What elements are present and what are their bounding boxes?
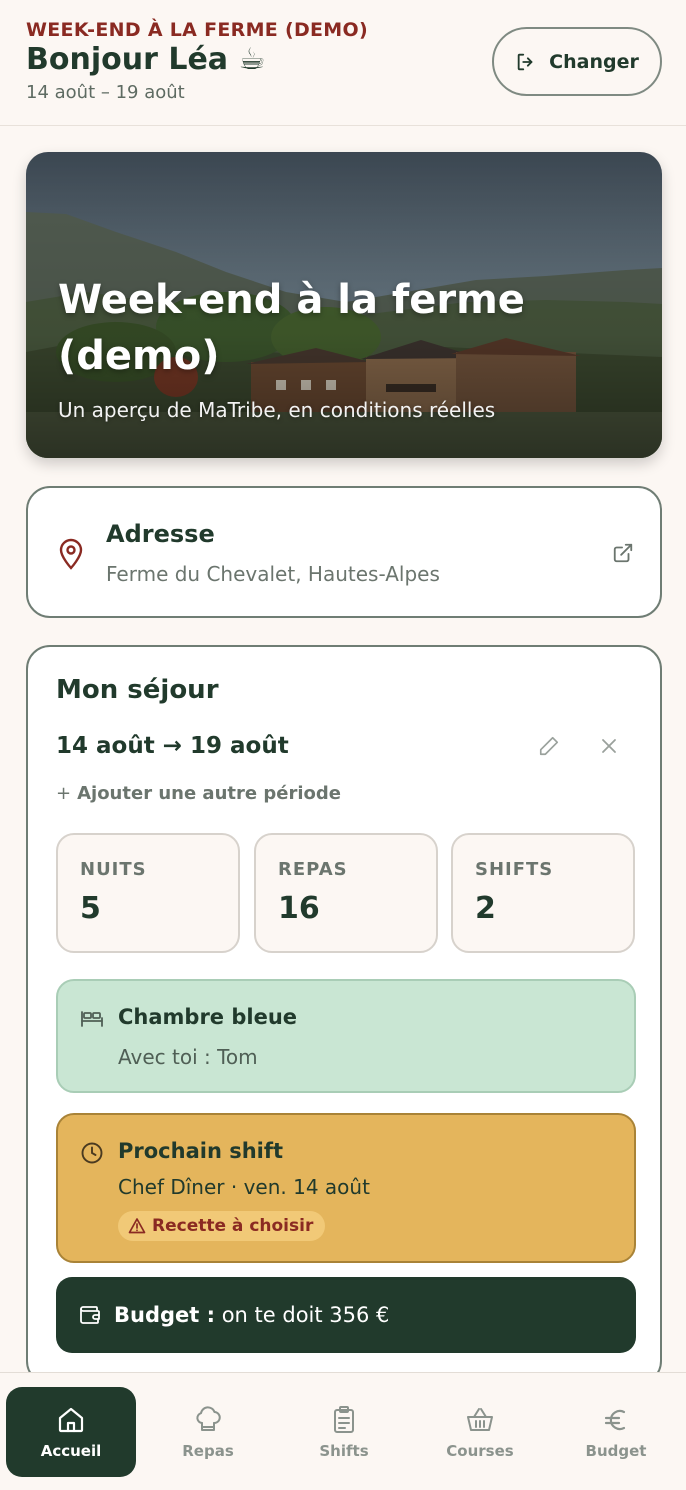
app-header: WEEK-END À LA FERME (DEMO) Bonjour Léa ☕… (0, 0, 686, 126)
address-card[interactable]: Adresse Ferme du Chevalet, Hautes-Alpes (26, 486, 662, 618)
stay-card: Mon séjour 14 août → 19 août + Ajouter un… (26, 645, 662, 1385)
next-shift-card[interactable]: Prochain shift Chef Dîner · ven. 14 août… (56, 1113, 636, 1263)
external-link-icon[interactable] (612, 542, 634, 564)
change-event-button[interactable]: Changer (492, 27, 662, 96)
stat-value: 16 (278, 891, 320, 926)
warning-icon (128, 1218, 146, 1234)
change-button-label: Changer (549, 50, 639, 73)
stat-value: 5 (80, 891, 101, 926)
stat-value: 2 (475, 891, 496, 926)
budget-text: on te doit 356 € (221, 1303, 390, 1327)
stat-label: REPAS (278, 859, 348, 880)
basket-icon (467, 1408, 493, 1431)
stat-label: SHIFTS (475, 859, 554, 880)
room-roommates: Avec toi : Tom (118, 1045, 258, 1069)
room-card[interactable]: Chambre bleue Avec toi : Tom (56, 979, 636, 1093)
hero-banner: Week-end à la ferme (demo) Un aperçu de … (26, 152, 662, 458)
add-period-label: Ajouter une autre période (77, 783, 341, 804)
recipe-warning-badge: Recette à choisir (118, 1211, 326, 1241)
nav-label: Budget (585, 1442, 647, 1460)
stay-date-range: 14 août → 19 août (56, 733, 289, 759)
euro-icon (604, 1409, 626, 1431)
hero-title: Week-end à la ferme (demo) (58, 277, 525, 379)
nav-label: Shifts (319, 1442, 369, 1460)
close-icon[interactable] (600, 737, 618, 755)
nav-item-budget[interactable]: Budget (551, 1387, 681, 1477)
pencil-icon[interactable] (538, 735, 560, 757)
nav-item-shifts[interactable]: Shifts (279, 1387, 409, 1477)
address-title: Adresse (106, 520, 215, 548)
stat-label: NUITS (80, 859, 147, 880)
stat-shifts: SHIFTS 2 (451, 833, 635, 953)
map-pin-icon (59, 538, 83, 570)
stat-nights: NUITS 5 (56, 833, 240, 953)
chef-hat-icon (196, 1406, 221, 1431)
nav-item-accueil[interactable]: Accueil (6, 1387, 136, 1477)
add-period-button[interactable]: + Ajouter une autre période (56, 783, 341, 804)
nav-label: Accueil (40, 1442, 102, 1460)
plus-icon: + (56, 783, 72, 804)
wallet-icon (80, 1306, 100, 1324)
budget-card[interactable]: Budget : on te doit 356 € (56, 1277, 636, 1353)
clock-icon (81, 1142, 103, 1164)
clipboard-icon (334, 1406, 354, 1433)
stay-title: Mon séjour (56, 675, 219, 705)
nav-item-repas[interactable]: Repas (143, 1387, 273, 1477)
budget-label: Budget : (114, 1303, 216, 1327)
nav-label: Courses (446, 1442, 514, 1460)
greeting-title: Bonjour Léa ☕ (26, 42, 266, 77)
nav-label: Repas (182, 1442, 234, 1460)
bed-icon (81, 1011, 103, 1027)
home-icon (58, 1407, 84, 1433)
bottom-navigation: Accueil Repas Shifts Courses Budget (0, 1372, 686, 1490)
stat-meals: REPAS 16 (254, 833, 438, 953)
hero-subtitle: Un aperçu de MaTribe, en conditions réel… (58, 398, 496, 422)
shift-title: Prochain shift (118, 1139, 284, 1163)
logout-icon (517, 53, 533, 70)
event-name: WEEK-END À LA FERME (DEMO) (26, 19, 368, 41)
warning-text: Recette à choisir (152, 1216, 314, 1236)
address-value: Ferme du Chevalet, Hautes-Alpes (106, 562, 440, 586)
nav-item-courses[interactable]: Courses (415, 1387, 545, 1477)
shift-detail: Chef Dîner · ven. 14 août (118, 1175, 370, 1199)
event-dates: 14 août – 19 août (26, 82, 185, 103)
room-title: Chambre bleue (118, 1005, 298, 1029)
